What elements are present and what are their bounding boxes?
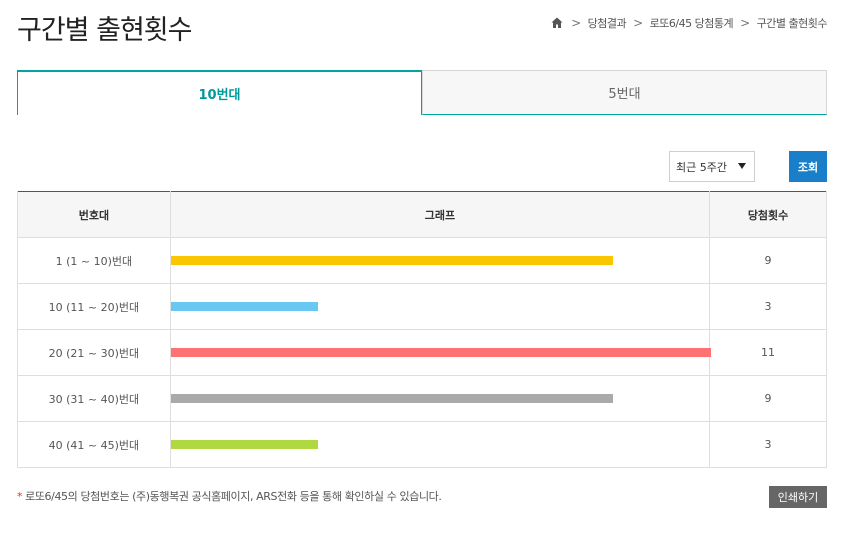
breadcrumb: > 당첨결과 > 로또6/45 당첨통계 > 구간별 출현횟수 xyxy=(550,15,828,31)
frequency-bar xyxy=(170,394,613,403)
period-select[interactable]: 최근 5주간 xyxy=(669,151,755,182)
range-cell: 20 (21 ~ 30)번대 xyxy=(17,329,171,376)
column-header-range: 번호대 xyxy=(17,191,171,238)
chevron-right-icon: > xyxy=(740,16,750,30)
breadcrumb-item[interactable]: 당첨결과 xyxy=(588,15,627,31)
table-body: 1 (1 ~ 10)번대 9 10 (11 ~ 20)번대 3 20 (21 ~ 30)… xyxy=(17,237,827,468)
table-row: 40 (41 ~ 45)번대 3 xyxy=(17,421,827,468)
chevron-right-icon: > xyxy=(571,16,581,30)
footnote: * 로또6/45의 당첨번호는 (주)동행복권 공식홈페이지, ARS전화 등을 … xyxy=(17,488,442,504)
search-button[interactable]: 조회 xyxy=(789,151,827,182)
table-row: 20 (21 ~ 30)번대 11 xyxy=(17,329,827,376)
count-cell: 9 xyxy=(709,237,827,284)
count-cell: 9 xyxy=(709,375,827,422)
asterisk-icon: * xyxy=(17,490,23,503)
breadcrumb-item[interactable]: 로또6/45 당첨통계 xyxy=(650,15,734,31)
period-select-value: 최근 5주간 xyxy=(676,160,727,174)
table-row: 30 (31 ~ 40)번대 9 xyxy=(17,375,827,422)
frequency-bar xyxy=(170,440,318,449)
page-title: 구간별 출현횟수 xyxy=(17,15,192,46)
graph-cell xyxy=(169,283,711,330)
frequency-bar xyxy=(170,348,711,357)
range-cell: 30 (31 ~ 40)번대 xyxy=(17,375,171,422)
print-button[interactable]: 인쇄하기 xyxy=(769,486,827,508)
table-header-row: 번호대 그래프 당첨횟수 xyxy=(17,191,827,238)
column-header-graph: 그래프 xyxy=(169,191,711,238)
table-row: 10 (11 ~ 20)번대 3 xyxy=(17,283,827,330)
footnote-text: 로또6/45의 당첨번호는 (주)동행복권 공식홈페이지, ARS전화 등을 통… xyxy=(25,490,442,503)
graph-cell xyxy=(169,375,711,422)
tab-bar: 10번대 5번대 xyxy=(17,70,827,115)
range-cell: 1 (1 ~ 10)번대 xyxy=(17,237,171,284)
column-header-count: 당첨횟수 xyxy=(709,191,827,238)
graph-cell xyxy=(169,329,711,376)
frequency-bar xyxy=(170,256,613,265)
tab-10s[interactable]: 10번대 xyxy=(17,70,422,115)
graph-cell xyxy=(169,421,711,468)
home-icon[interactable] xyxy=(550,16,564,30)
tab-5s[interactable]: 5번대 xyxy=(422,70,827,115)
breadcrumb-item-current: 구간별 출현횟수 xyxy=(756,17,828,30)
frequency-bar xyxy=(170,302,318,311)
caret-down-icon xyxy=(738,163,746,169)
range-cell: 10 (11 ~ 20)번대 xyxy=(17,283,171,330)
chevron-right-icon: > xyxy=(633,16,643,30)
range-cell: 40 (41 ~ 45)번대 xyxy=(17,421,171,468)
graph-cell xyxy=(169,237,711,284)
frequency-table: 번호대 그래프 당첨횟수 1 (1 ~ 10)번대 9 10 (11 ~ 20)번대… xyxy=(17,191,827,468)
count-cell: 3 xyxy=(709,421,827,468)
count-cell: 3 xyxy=(709,283,827,330)
count-cell: 11 xyxy=(709,329,827,376)
table-row: 1 (1 ~ 10)번대 9 xyxy=(17,237,827,284)
